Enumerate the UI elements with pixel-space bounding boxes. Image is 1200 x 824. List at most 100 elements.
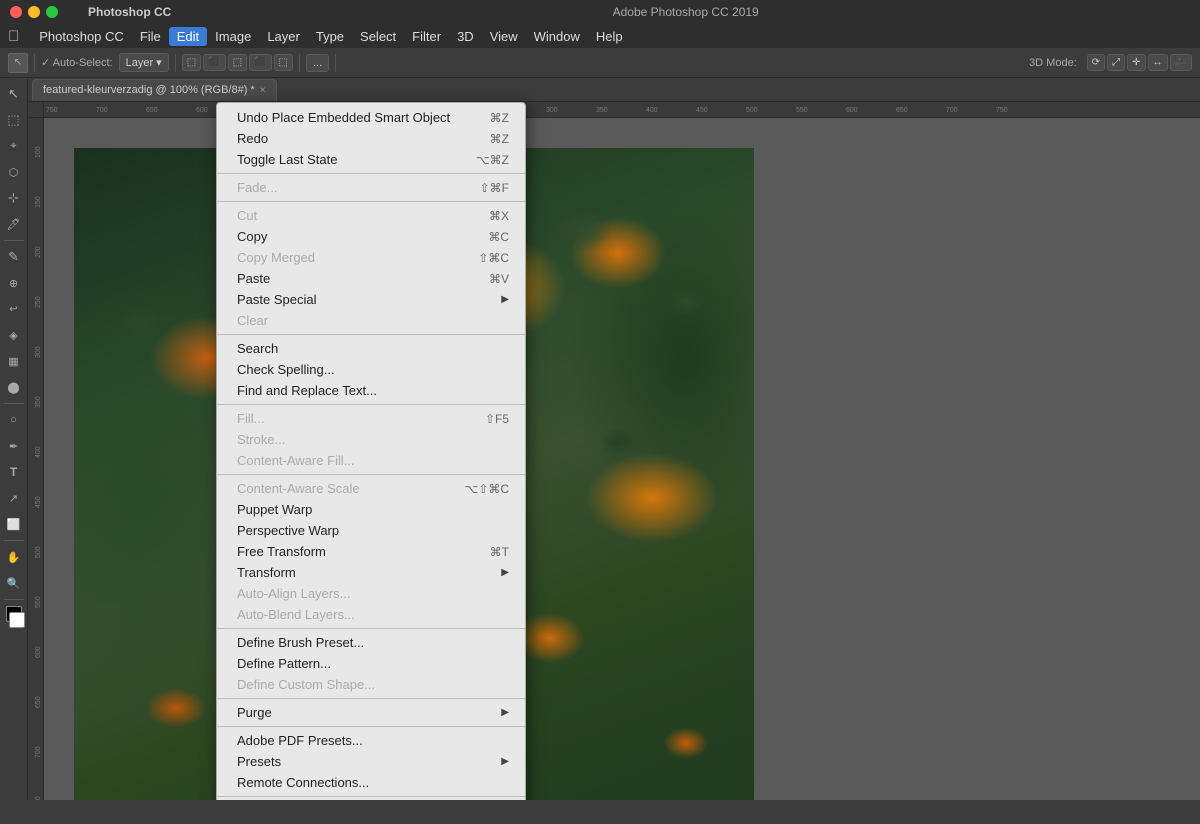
3d-btn-4[interactable]: ↔ xyxy=(1148,54,1168,71)
menu-help[interactable]: Help xyxy=(588,27,631,46)
menu-layer[interactable]: Layer xyxy=(259,27,308,46)
align-btn-5[interactable]: ⬚ xyxy=(274,54,293,71)
menu-perspective-warp[interactable]: Perspective Warp xyxy=(217,520,525,541)
svg-text:750: 750 xyxy=(996,107,1008,114)
menu-fade-label: Fade... xyxy=(237,180,277,195)
menu-copy-merged[interactable]: Copy Merged ⇧⌘C xyxy=(217,247,525,268)
tool-gradient[interactable]: ▦ xyxy=(2,349,26,373)
menu-stroke[interactable]: Stroke... xyxy=(217,429,525,450)
move-tool-icon[interactable]: ↖ xyxy=(8,53,28,73)
svg-text:600: 600 xyxy=(846,107,858,114)
tool-shape[interactable]: ⬜ xyxy=(2,512,26,536)
menu-check-spelling-label: Check Spelling... xyxy=(237,362,335,377)
menu-search[interactable]: Search xyxy=(217,338,525,359)
dd-sep-7 xyxy=(217,698,525,699)
menu-remote-connections-label: Remote Connections... xyxy=(237,775,369,790)
menu-edit[interactable]: Edit xyxy=(169,27,207,46)
maximize-button[interactable] xyxy=(46,6,58,18)
tool-crop[interactable]: ⊹ xyxy=(2,186,26,210)
menu-auto-align[interactable]: Auto-Align Layers... xyxy=(217,583,525,604)
svg-text:150: 150 xyxy=(35,196,42,208)
menu-presets[interactable]: Presets ▶ xyxy=(217,751,525,772)
menu-window[interactable]: Window xyxy=(526,27,588,46)
menu-image[interactable]: Image xyxy=(207,27,259,46)
background-color[interactable] xyxy=(9,612,25,628)
menu-toggle-shortcut: ⌥⌘Z xyxy=(476,153,509,167)
tool-hand[interactable]: ✋ xyxy=(2,545,26,569)
tool-text[interactable]: T xyxy=(2,460,26,484)
tool-separator-3 xyxy=(4,540,24,541)
tool-marquee[interactable]: ⬚ xyxy=(2,108,26,132)
menu-auto-blend[interactable]: Auto-Blend Layers... xyxy=(217,604,525,625)
tool-eyedropper[interactable]: 🖊 xyxy=(2,212,26,236)
menu-define-pattern[interactable]: Define Pattern... xyxy=(217,653,525,674)
menu-define-shape[interactable]: Define Custom Shape... xyxy=(217,674,525,695)
3d-btn-5[interactable]: 🎥 xyxy=(1170,54,1192,71)
menu-view[interactable]: View xyxy=(482,27,526,46)
svg-text:700: 700 xyxy=(35,746,42,758)
tool-history-brush[interactable]: ↩ xyxy=(2,297,26,321)
svg-text:700: 700 xyxy=(946,107,958,114)
menu-transform[interactable]: Transform ▶ xyxy=(217,562,525,583)
menu-remote-connections[interactable]: Remote Connections... xyxy=(217,772,525,793)
menu-file[interactable]: File xyxy=(132,27,169,46)
tool-separator xyxy=(4,240,24,241)
menu-3d[interactable]: 3D xyxy=(449,27,482,46)
menu-check-spelling[interactable]: Check Spelling... xyxy=(217,359,525,380)
menu-paste-special[interactable]: Paste Special ▶ xyxy=(217,289,525,310)
menu-undo[interactable]: Undo Place Embedded Smart Object ⌘Z xyxy=(217,107,525,128)
tool-quick-select[interactable]: ⬡ xyxy=(2,160,26,184)
tool-zoom[interactable]: 🔍 xyxy=(2,571,26,595)
tool-brush[interactable]: ✎ xyxy=(2,245,26,269)
svg-text:100: 100 xyxy=(35,146,42,158)
ruler-h-row: 750 700 650 600 0 50 100 150 200 250 300… xyxy=(28,102,1200,118)
menu-paste[interactable]: Paste ⌘V xyxy=(217,268,525,289)
menu-cut-label: Cut xyxy=(237,208,257,223)
tool-eraser[interactable]: ◈ xyxy=(2,323,26,347)
menu-copy[interactable]: Copy ⌘C xyxy=(217,226,525,247)
menu-photoshop[interactable]: Photoshop CC xyxy=(31,27,132,46)
menu-puppet-warp[interactable]: Puppet Warp xyxy=(217,499,525,520)
align-btn-2[interactable]: ⬛ xyxy=(203,54,225,71)
align-btn-1[interactable]: ⬚ xyxy=(182,54,201,71)
menu-define-brush[interactable]: Define Brush Preset... xyxy=(217,632,525,653)
tool-clone[interactable]: ⊕ xyxy=(2,271,26,295)
tab-close[interactable]: × xyxy=(260,85,266,96)
menu-fade[interactable]: Fade... ⇧⌘F xyxy=(217,177,525,198)
menu-fill[interactable]: Fill... ⇧F5 xyxy=(217,408,525,429)
toolbar-separator-3 xyxy=(299,54,300,72)
svg-text:500: 500 xyxy=(35,546,42,558)
tool-path[interactable]: ↗ xyxy=(2,486,26,510)
tool-pen[interactable]: ✒ xyxy=(2,434,26,458)
3d-btn-2[interactable]: ⤢ xyxy=(1107,54,1125,71)
menu-content-aware-scale[interactable]: Content-Aware Scale ⌥⇧⌘C xyxy=(217,478,525,499)
menu-free-transform[interactable]: Free Transform ⌘T xyxy=(217,541,525,562)
3d-btn-1[interactable]: ⟳ xyxy=(1087,54,1105,71)
autoselect-dropdown[interactable]: Layer ▾ xyxy=(119,53,169,72)
document-tab[interactable]: featured-kleurverzadig @ 100% (RGB/8#) *… xyxy=(32,79,277,101)
minimize-button[interactable] xyxy=(28,6,40,18)
close-button[interactable] xyxy=(10,6,22,18)
menu-content-aware-fill[interactable]: Content-Aware Fill... xyxy=(217,450,525,471)
menu-clear[interactable]: Clear xyxy=(217,310,525,331)
3d-btn-3[interactable]: ✛ xyxy=(1127,54,1145,71)
align-btn-3[interactable]: ⬚ xyxy=(228,54,247,71)
tool-blur[interactable]: ⬤ xyxy=(2,375,26,399)
menu-select[interactable]: Select xyxy=(352,27,404,46)
menu-pdf-presets[interactable]: Adobe PDF Presets... xyxy=(217,730,525,751)
menu-copy-shortcut: ⌘C xyxy=(488,230,509,244)
menu-find-replace[interactable]: Find and Replace Text... xyxy=(217,380,525,401)
menu-filter[interactable]: Filter xyxy=(404,27,449,46)
canvas-main-row: 100 150 200 250 300 350 400 450 500 550 … xyxy=(28,118,1200,800)
menu-cut[interactable]: Cut ⌘X xyxy=(217,205,525,226)
tool-dodge[interactable]: ○ xyxy=(2,408,26,432)
align-btn-4[interactable]: ⬛ xyxy=(249,54,271,71)
menu-toggle-last-state[interactable]: Toggle Last State ⌥⌘Z xyxy=(217,149,525,170)
more-options[interactable]: ... xyxy=(306,54,329,72)
tool-lasso[interactable]: ⌖ xyxy=(2,134,26,158)
menu-type[interactable]: Type xyxy=(308,27,352,46)
menu-purge[interactable]: Purge ▶ xyxy=(217,702,525,723)
canvas-wrapper: featured-kleurverzadig @ 100% (RGB/8#) *… xyxy=(28,78,1200,800)
menu-redo[interactable]: Redo ⌘Z xyxy=(217,128,525,149)
tool-move[interactable]: ↖ xyxy=(2,82,26,106)
